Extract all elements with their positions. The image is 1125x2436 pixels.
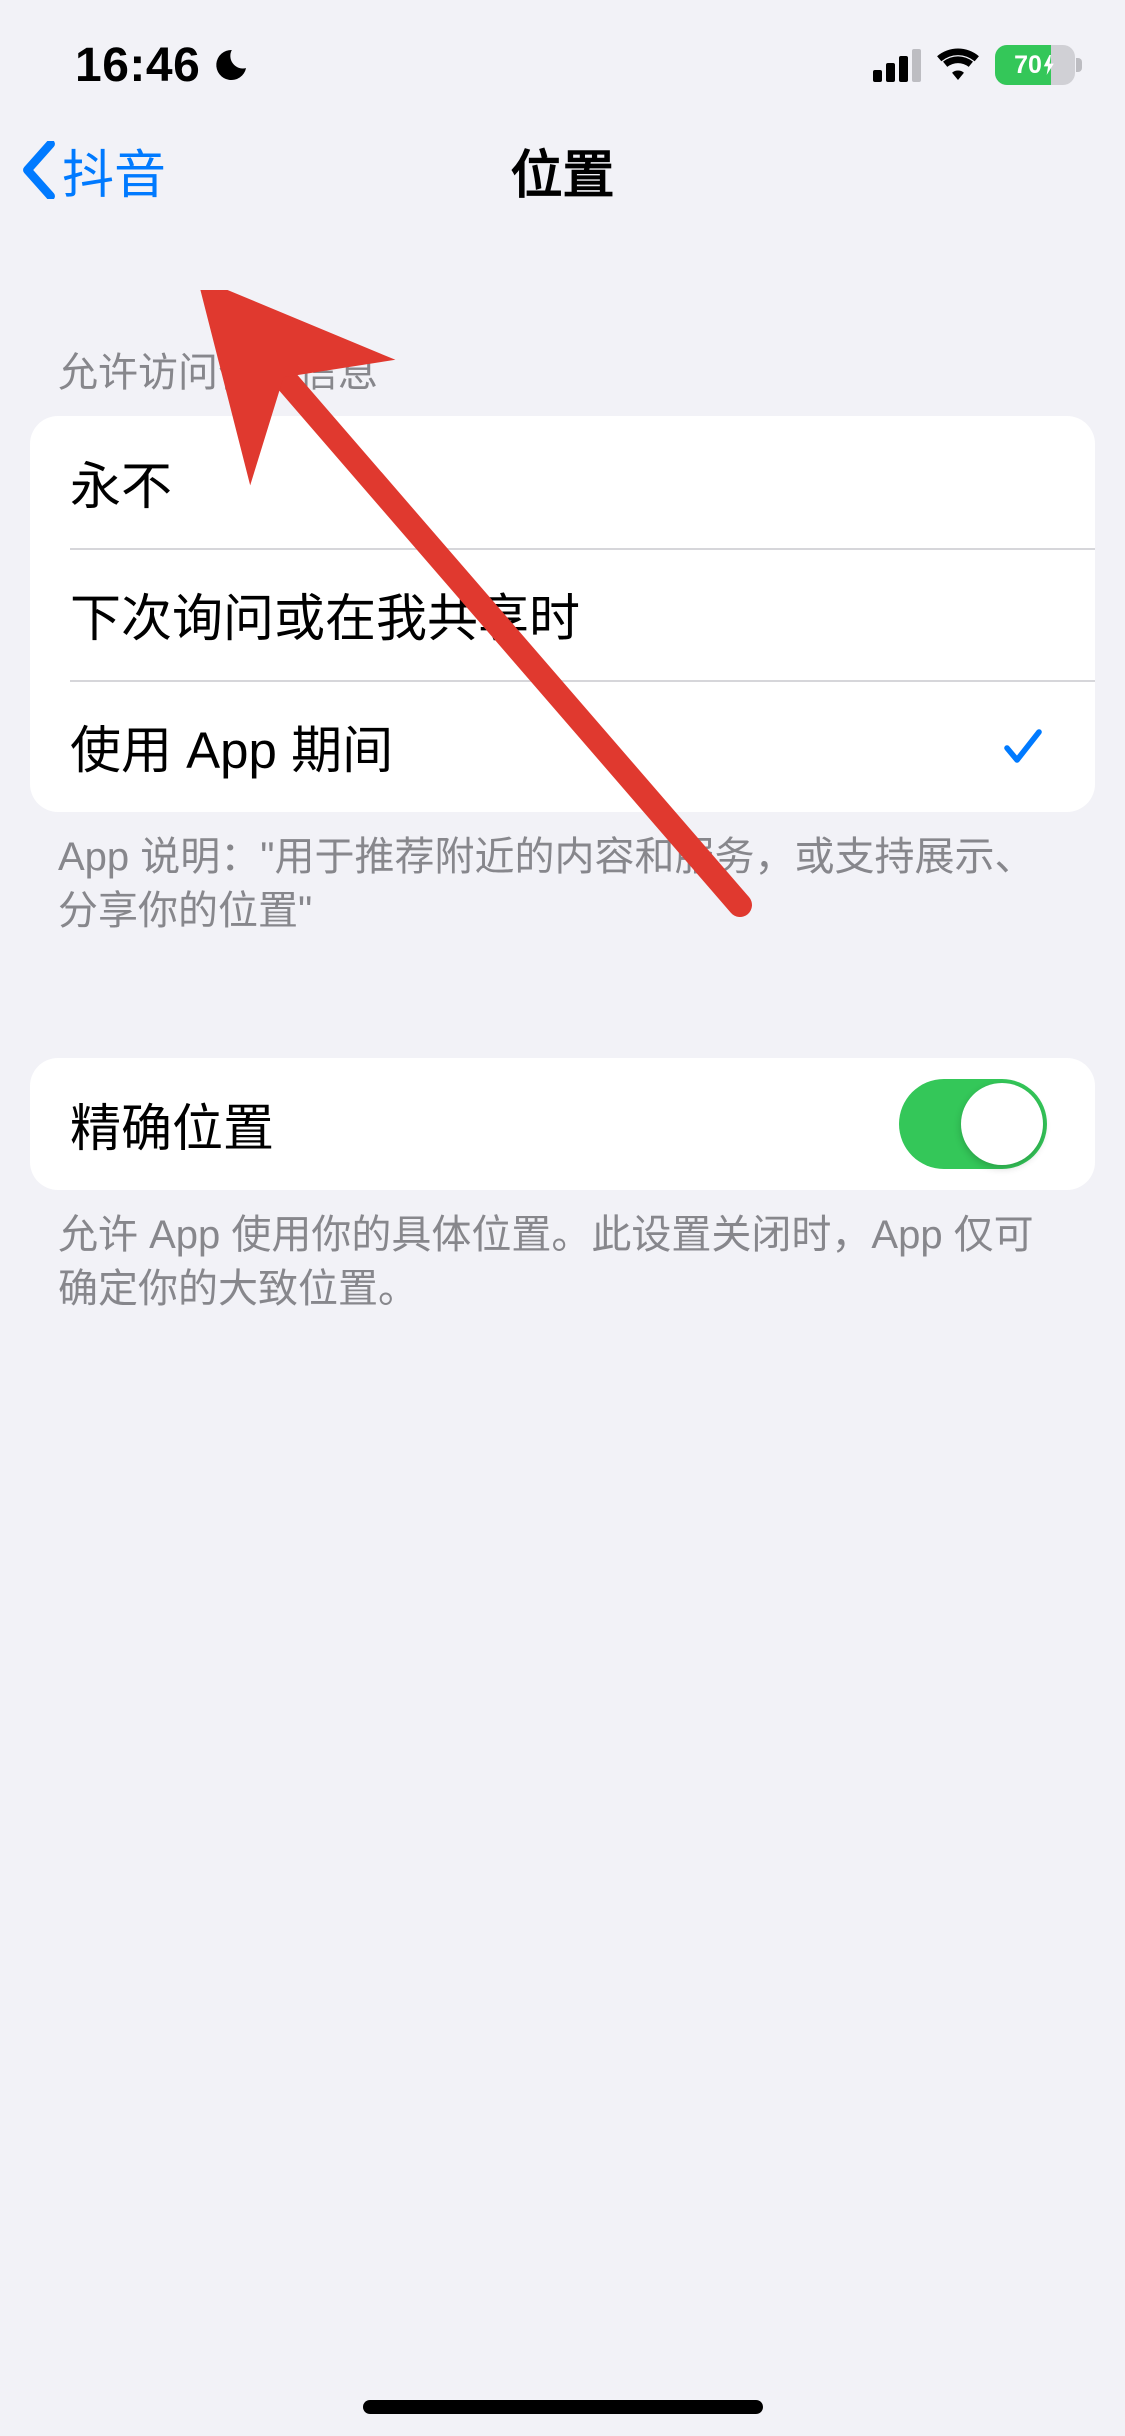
option-label: 使用 App 期间 [70,709,393,783]
wifi-icon [935,46,981,85]
location-access-footer: App 说明："用于推荐附近的内容和服务，或支持展示、分享你的位置" [0,812,1125,938]
status-left: 16:46 [75,38,250,93]
battery-percent: 70 [1014,51,1042,80]
back-label: 抖音 [62,133,166,208]
option-label: 下次询问或在我共享时 [70,577,580,651]
do-not-disturb-icon [212,46,250,84]
back-button[interactable]: 抖音 [20,133,166,208]
location-access-header: 允许访问位置信息 [0,240,1125,416]
status-bar: 16:46 70 [0,0,1125,100]
precise-location-group: 精确位置 [30,1058,1095,1190]
option-while-using[interactable]: 使用 App 期间 [30,680,1095,812]
navigation-bar: 抖音 位置 [0,100,1125,240]
option-label: 永不 [70,445,172,519]
precise-location-footer: 允许 App 使用你的具体位置。此设置关闭时，App 仅可确定你的大致位置。 [0,1190,1125,1316]
location-access-group: 永不 下次询问或在我共享时 使用 App 期间 [30,416,1095,812]
switch-knob [961,1083,1043,1165]
status-time: 16:46 [75,38,200,93]
home-indicator[interactable] [363,2400,763,2414]
battery-icon: 70 [995,45,1075,85]
option-never[interactable]: 永不 [30,416,1095,548]
option-ask-next-time[interactable]: 下次询问或在我共享时 [30,548,1095,680]
chevron-left-icon [20,141,58,199]
page-title: 位置 [510,133,614,208]
checkmark-icon [999,722,1047,770]
cellular-signal-icon [873,48,921,82]
precise-location-cell[interactable]: 精确位置 [30,1058,1095,1190]
precise-location-label: 精确位置 [70,1087,274,1161]
status-right: 70 [873,45,1075,85]
precise-location-switch[interactable] [899,1079,1047,1169]
